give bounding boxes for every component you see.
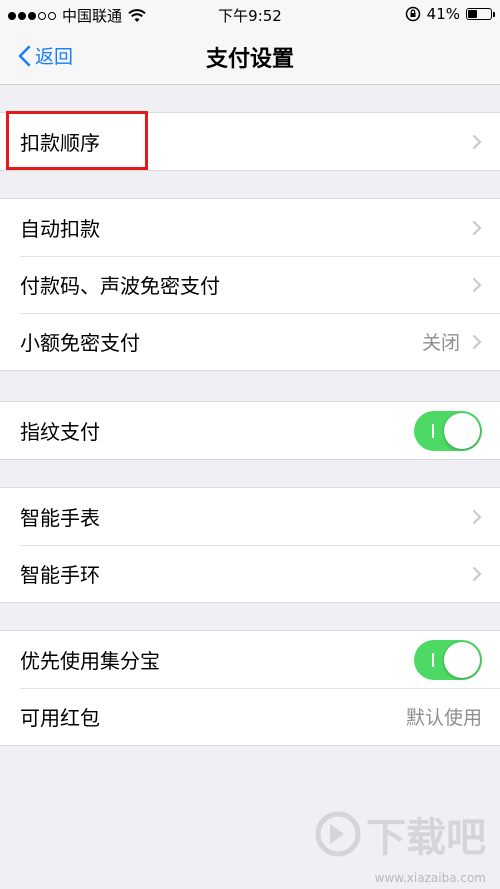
row-small-amount-payment[interactable]: 小额免密支付 关闭 — [0, 313, 500, 370]
row-value: 关闭 — [421, 332, 460, 354]
row-payment-code[interactable]: 付款码、声波免密支付 — [0, 256, 500, 313]
row-smart-band[interactable]: 智能手环 — [0, 545, 500, 602]
row-available-red-packet[interactable]: 可用红包 默认使用 — [0, 688, 500, 745]
row-label: 指纹支付 — [20, 420, 100, 444]
group-deduction-order: 扣款顺序 — [0, 112, 500, 171]
watermark-logo-icon — [315, 811, 361, 857]
watermark-url: www.xiazaiba.com — [374, 871, 486, 885]
row-auto-deduct[interactable]: 自动扣款 — [0, 199, 500, 256]
group-fingerprint: 指纹支付 — [0, 401, 500, 460]
status-bar: 中国联通 下午9:52 41% — [0, 0, 500, 30]
row-label: 小额免密支付 — [20, 331, 140, 355]
chevron-right-icon — [473, 220, 482, 235]
row-label: 自动扣款 — [20, 217, 100, 241]
chevron-right-icon — [473, 509, 482, 524]
battery-percent: 41% — [426, 5, 460, 23]
group-wearables: 智能手表 智能手环 — [0, 487, 500, 603]
watermark: 下载吧 www.xiazaiba.com — [296, 805, 486, 885]
row-fingerprint-payment: 指纹支付 — [0, 402, 500, 459]
page-title: 支付设置 — [205, 47, 294, 72]
row-label: 付款码、声波免密支付 — [20, 274, 220, 298]
row-value: 默认使用 — [405, 707, 482, 729]
row-prefer-jifenbao: 优先使用集分宝 — [0, 631, 500, 688]
watermark-text: 下载吧 — [366, 815, 486, 861]
row-label: 智能手表 — [20, 506, 100, 530]
chevron-right-icon — [473, 566, 482, 581]
navigation-bar: 返回 支付设置 — [0, 30, 500, 85]
rotation-lock-icon — [405, 6, 420, 22]
group-points-and-coupons: 优先使用集分宝 可用红包 默认使用 — [0, 630, 500, 746]
row-label: 可用红包 — [20, 706, 100, 730]
chevron-right-icon — [473, 277, 482, 292]
jifenbao-toggle[interactable] — [414, 639, 482, 680]
battery-icon — [466, 8, 495, 20]
fingerprint-toggle[interactable] — [414, 410, 482, 451]
row-deduction-order[interactable]: 扣款顺序 — [0, 113, 500, 170]
row-smart-watch[interactable]: 智能手表 — [0, 488, 500, 545]
chevron-right-icon — [473, 334, 482, 349]
group-auto-payment: 自动扣款 付款码、声波免密支付 小额免密支付 关闭 — [0, 198, 500, 371]
row-label: 智能手环 — [20, 563, 100, 587]
row-label: 扣款顺序 — [20, 131, 100, 155]
chevron-right-icon — [473, 134, 482, 149]
row-label: 优先使用集分宝 — [20, 649, 160, 673]
